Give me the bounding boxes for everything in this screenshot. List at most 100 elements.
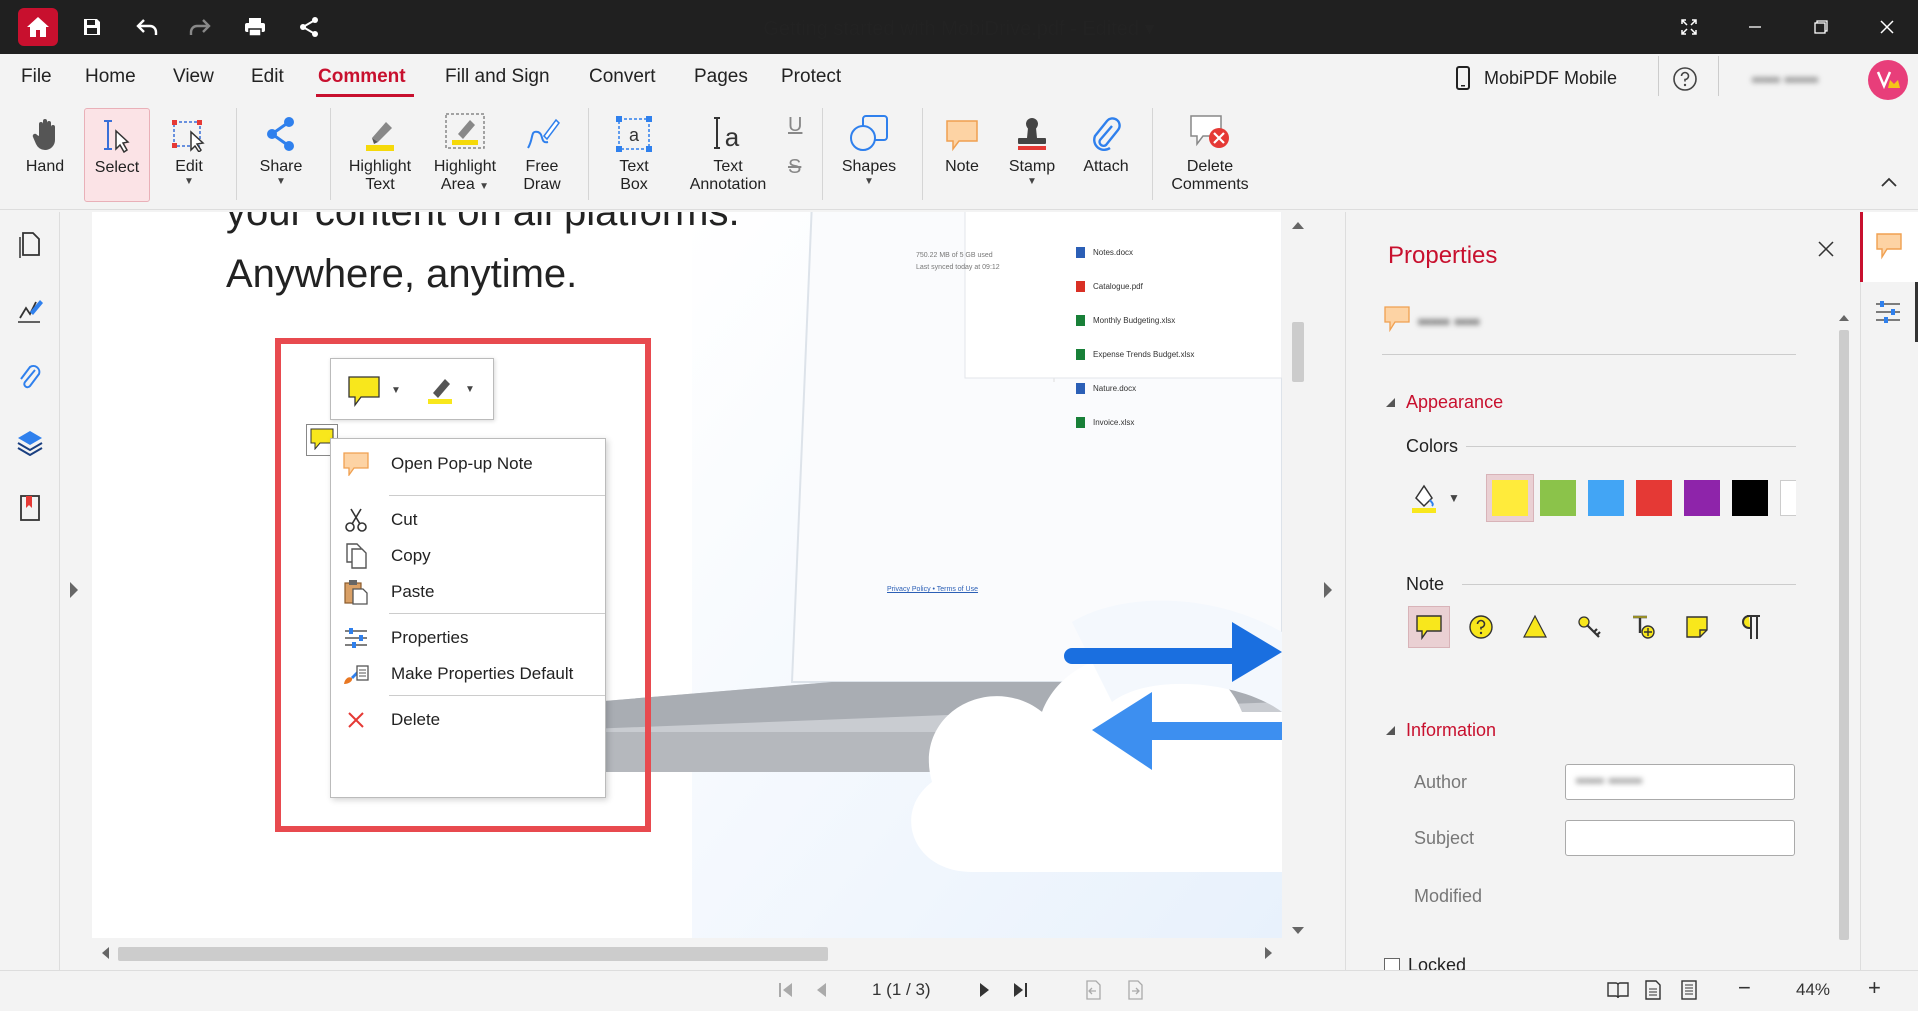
vertical-scroll-thumb[interactable] xyxy=(1292,322,1304,382)
single-page-view-button[interactable] xyxy=(1644,980,1662,1000)
color-swatch-blue[interactable] xyxy=(1588,480,1624,516)
menu-convert[interactable]: Convert xyxy=(589,66,656,88)
expand-left-panel-button[interactable] xyxy=(68,580,80,600)
information-section-title[interactable]: Information xyxy=(1406,720,1496,741)
sidebar-attachments-button[interactable] xyxy=(16,362,44,390)
select-tool-button[interactable]: Select xyxy=(84,108,150,202)
free-draw-button[interactable]: Free Draw xyxy=(512,108,572,202)
color-swatch-black[interactable] xyxy=(1732,480,1768,516)
sidebar-pages-button[interactable] xyxy=(16,230,44,258)
underline-button[interactable]: U xyxy=(788,114,802,137)
two-page-view-button[interactable] xyxy=(1606,980,1630,1000)
last-page-button[interactable] xyxy=(1012,982,1028,998)
menu-edit[interactable]: Edit xyxy=(251,66,284,88)
highlight-text-button[interactable]: Highlight Text xyxy=(344,108,416,202)
minimize-button[interactable] xyxy=(1738,10,1772,44)
appearance-collapse-icon[interactable] xyxy=(1384,396,1396,408)
stamp-icon xyxy=(1018,118,1046,150)
share-button[interactable] xyxy=(292,10,326,44)
note-icon-new-paragraph[interactable] xyxy=(1626,610,1660,644)
horizontal-scrollbar[interactable] xyxy=(92,938,1312,968)
menu-file[interactable]: File xyxy=(21,66,52,88)
window-title-text[interactable]: Getting started with MobiDrive.pdf - Edi… xyxy=(763,18,1139,40)
context-make-properties-default[interactable]: Make Properties Default xyxy=(331,653,605,695)
close-properties-button[interactable] xyxy=(1817,240,1835,258)
author-field[interactable]: ••••• •••••• xyxy=(1565,764,1795,800)
menu-fill-and-sign[interactable]: Fill and Sign xyxy=(445,66,550,88)
menu-view[interactable]: View xyxy=(173,66,214,88)
delete-comments-button[interactable]: Delete Comments xyxy=(1164,108,1256,202)
title-dropdown-icon[interactable]: ▾ xyxy=(1145,18,1155,40)
color-swatch-green[interactable] xyxy=(1540,480,1576,516)
vertical-scrollbar[interactable] xyxy=(1282,212,1312,938)
collapse-ribbon-button[interactable] xyxy=(1880,176,1898,188)
subject-field[interactable] xyxy=(1565,820,1795,856)
stamp-button[interactable]: Stamp ▼ xyxy=(1002,108,1062,202)
horizontal-scroll-thumb[interactable] xyxy=(118,947,828,961)
next-page-button[interactable] xyxy=(978,982,992,998)
continuous-view-button[interactable] xyxy=(1680,980,1698,1000)
context-delete[interactable]: Delete xyxy=(331,699,605,741)
menu-comment[interactable]: Comment xyxy=(318,66,406,88)
color-swatch-purple[interactable] xyxy=(1684,480,1720,516)
close-window-button[interactable] xyxy=(1870,10,1904,44)
print-button[interactable] xyxy=(238,10,272,44)
properties-scroll-thumb[interactable] xyxy=(1839,330,1849,940)
context-open-popup-note[interactable]: Open Pop-up Note xyxy=(331,443,605,485)
edit-tool-button[interactable]: Edit ▼ xyxy=(160,108,218,202)
note-icon-warning[interactable] xyxy=(1518,610,1552,644)
note-icon-paragraph[interactable] xyxy=(1734,610,1768,644)
note-icon-key[interactable] xyxy=(1572,610,1606,644)
color-swatch-red[interactable] xyxy=(1636,480,1672,516)
save-button[interactable] xyxy=(75,10,109,44)
text-annotation-button[interactable]: a Text Annotation xyxy=(680,108,776,202)
hand-tool-button[interactable]: Hand xyxy=(16,108,74,202)
note-comment-icon xyxy=(946,120,978,152)
first-page-button[interactable] xyxy=(778,982,794,998)
sidebar-bookmarks-button[interactable] xyxy=(16,494,44,522)
note-icon-comment[interactable] xyxy=(1412,610,1446,644)
undo-button[interactable] xyxy=(130,10,164,44)
text-box-button[interactable]: a Text Box xyxy=(604,108,664,202)
right-tab-comments[interactable] xyxy=(1860,212,1918,282)
home-button[interactable] xyxy=(18,8,58,46)
menu-protect[interactable]: Protect xyxy=(781,66,841,88)
pdf-page[interactable]: your content on all platforms. Anywhere,… xyxy=(92,212,1282,938)
zoom-level[interactable]: 44% xyxy=(1796,980,1830,1000)
color-swatch-yellow[interactable] xyxy=(1492,480,1528,516)
attach-button[interactable]: Attach xyxy=(1076,108,1136,202)
help-button[interactable] xyxy=(1672,66,1698,92)
navigate-back-button[interactable] xyxy=(1084,980,1102,1000)
maximize-button[interactable] xyxy=(1804,10,1838,44)
color-swatch-white[interactable] xyxy=(1780,480,1796,516)
page-indicator[interactable]: 1 (1 / 3) xyxy=(872,980,931,1000)
sidebar-sign-button[interactable] xyxy=(16,296,44,324)
navigate-forward-button[interactable] xyxy=(1126,980,1144,1000)
menu-pages[interactable]: Pages xyxy=(694,66,748,88)
note-icon-sticky[interactable] xyxy=(1680,610,1714,644)
appearance-section-title[interactable]: Appearance xyxy=(1406,392,1503,413)
avatar[interactable] xyxy=(1868,60,1908,100)
share-tool-button[interactable]: Share ▼ xyxy=(252,108,310,202)
context-paste[interactable]: Paste xyxy=(331,571,605,613)
properties-scrollbar[interactable] xyxy=(1834,300,1854,970)
shapes-button[interactable]: Shapes ▼ xyxy=(836,108,902,202)
previous-page-button[interactable] xyxy=(814,982,828,998)
zoom-out-button[interactable]: − xyxy=(1738,975,1751,1001)
note-icon-help[interactable] xyxy=(1464,610,1498,644)
right-tab-properties[interactable] xyxy=(1860,282,1918,342)
note-button[interactable]: Note xyxy=(934,108,990,202)
fullscreen-button[interactable] xyxy=(1672,10,1706,44)
fill-color-picker[interactable]: ▼ xyxy=(1410,482,1460,514)
information-collapse-icon[interactable] xyxy=(1384,724,1396,736)
expand-right-panel-button[interactable] xyxy=(1322,580,1334,600)
redo-button[interactable] xyxy=(183,10,217,44)
menu-home[interactable]: Home xyxy=(85,66,136,88)
mobile-link[interactable]: MobiPDF Mobile xyxy=(1456,66,1617,90)
strikethrough-button[interactable]: S xyxy=(788,156,801,179)
zoom-in-button[interactable]: + xyxy=(1868,975,1881,1001)
highlight-area-button[interactable]: Highlight Area ▼ xyxy=(428,108,502,202)
sidebar-layers-button[interactable] xyxy=(16,428,44,456)
locked-checkbox[interactable] xyxy=(1384,958,1400,970)
user-name[interactable]: ••••• •••••• xyxy=(1752,72,1818,90)
